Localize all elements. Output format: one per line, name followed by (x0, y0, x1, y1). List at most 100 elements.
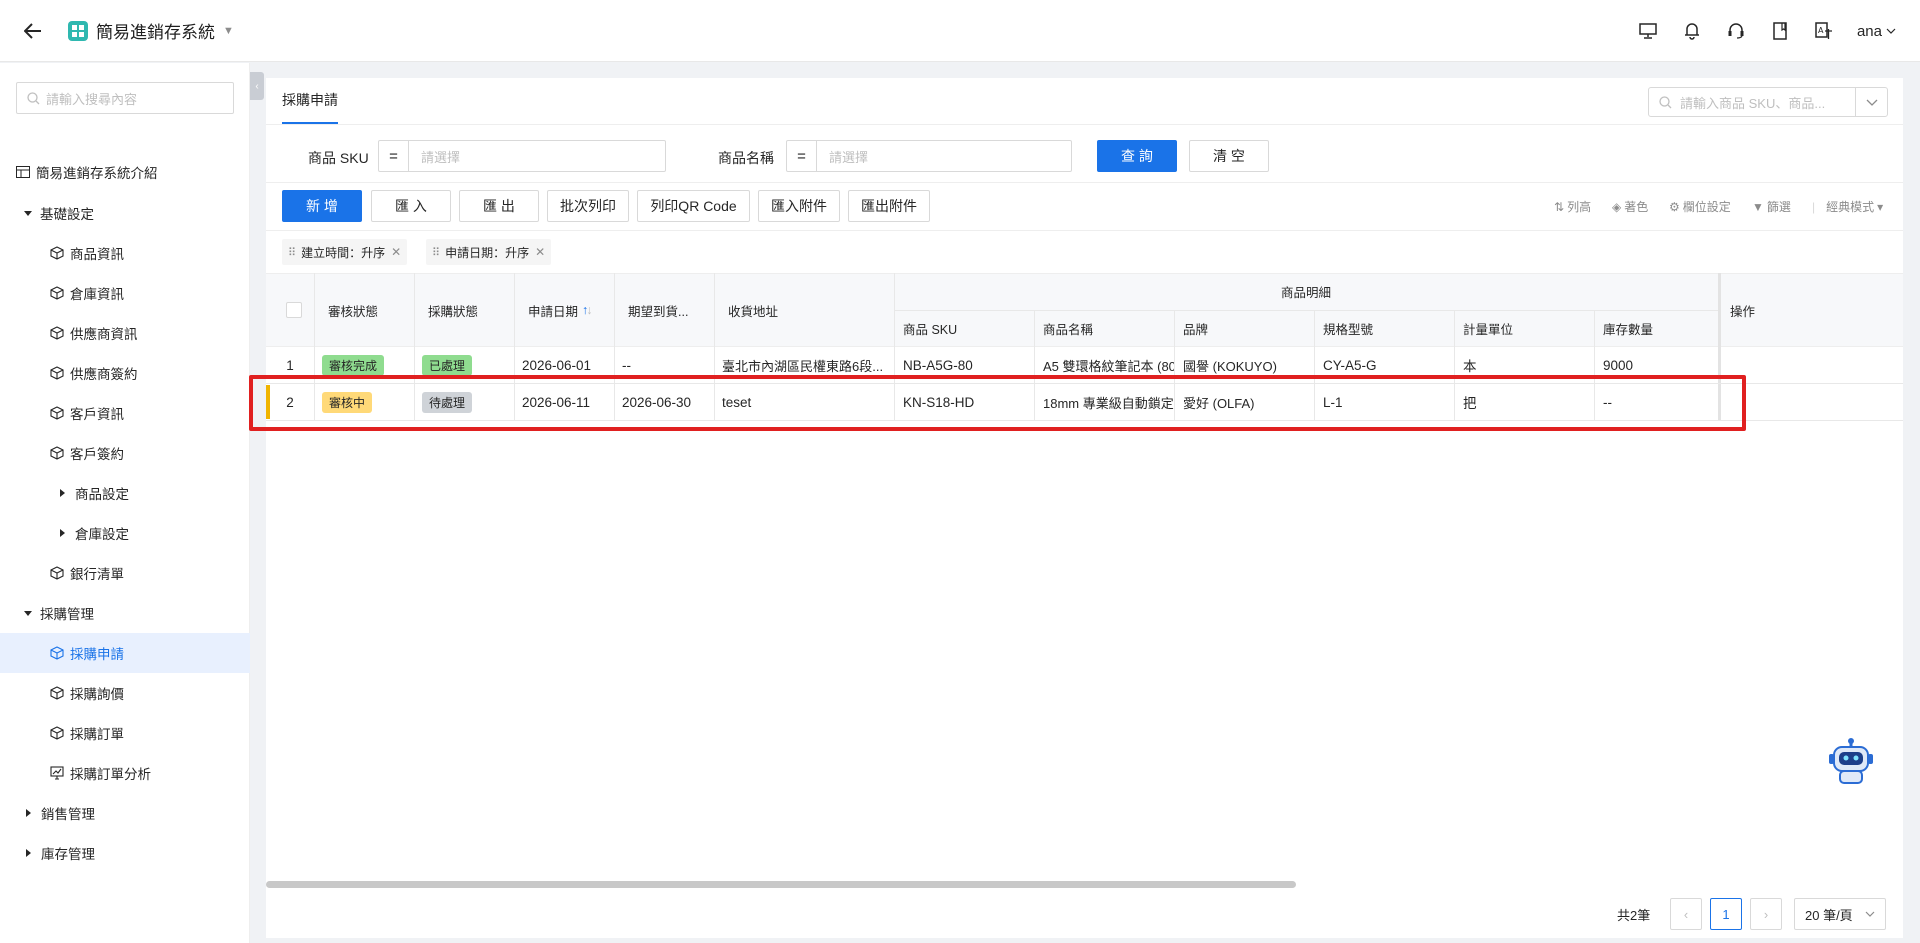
sidebar-item-product-info[interactable]: 商品資訊 (0, 233, 250, 273)
search-dropdown-chevron-icon[interactable] (1855, 88, 1887, 116)
header-unit[interactable]: 計量單位 (1463, 310, 1513, 347)
sidebar-item-purchase-inquiry[interactable]: 採購詢價 (0, 673, 250, 713)
name-cell[interactable]: A5 雙環格紋筆記本 (80 (1043, 347, 1174, 383)
unit-cell[interactable]: 本 (1463, 347, 1477, 383)
page-size-select[interactable]: 20 筆/頁 (1794, 898, 1886, 930)
import-button[interactable]: 匯 入 (371, 190, 451, 222)
page-button[interactable]: 1 (1710, 898, 1742, 930)
export-attachment-button[interactable]: 匯出附件 (848, 190, 930, 222)
prev-page-button[interactable]: ‹ (1670, 898, 1702, 930)
translate-icon[interactable]: A (1813, 20, 1835, 42)
header-brand[interactable]: 品牌 (1183, 310, 1208, 347)
close-icon[interactable]: ✕ (391, 245, 401, 259)
close-icon[interactable]: ✕ (535, 245, 545, 259)
filter-tool[interactable]: ▼ 篩選 (1752, 198, 1791, 215)
sidebar-item-intro[interactable]: 簡易進銷存系統介紹 (0, 152, 250, 192)
main-panel: 採購申請 請輸入商品 SKU、商品... 商品 SKU = 請選擇 商品名稱 =… (266, 78, 1903, 938)
sort-desc-icon[interactable]: ↓ (586, 303, 592, 317)
clear-button[interactable]: 清 空 (1189, 140, 1269, 172)
export-button[interactable]: 匯 出 (459, 190, 539, 222)
scrollbar-thumb[interactable] (266, 881, 1296, 888)
select-all-checkbox[interactable] (286, 302, 302, 318)
add-button[interactable]: 新 增 (282, 190, 362, 222)
sidebar-group-product-settings[interactable]: 商品設定 (0, 473, 250, 513)
row-height-tool[interactable]: ⇅ 列高 (1554, 198, 1591, 215)
sidebar-group-purchase[interactable]: 採購管理 (0, 593, 250, 633)
sidebar-item-purchase-order-analysis[interactable]: 採購訂單分析 (0, 753, 250, 793)
sidebar-item-customer-info[interactable]: 客戶資訊 (0, 393, 250, 433)
header-address[interactable]: 收貨地址 (728, 273, 778, 347)
apply-date-cell[interactable]: 2026-06-11 (522, 384, 590, 420)
header-sku[interactable]: 商品 SKU (903, 310, 957, 347)
back-arrow-icon[interactable] (20, 18, 46, 44)
sidebar-item-customer-contract[interactable]: 客戶簽約 (0, 433, 250, 473)
app-title[interactable]: 簡易進銷存系統 (96, 18, 215, 43)
sort-chip-apply-date[interactable]: ⠿ 申請日期：升序 ✕ (426, 239, 552, 265)
sidebar-item-supplier-contract[interactable]: 供應商簽約 (0, 353, 250, 393)
name-cell[interactable]: 18mm 專業級自動鎖定 (1043, 384, 1174, 420)
app-switch-caret-icon[interactable]: ▼ (223, 25, 234, 37)
color-tool[interactable]: ◈ 著色 (1612, 198, 1648, 215)
expected-date-cell[interactable]: -- (622, 347, 631, 383)
unit-cell[interactable]: 把 (1463, 384, 1477, 420)
product-search-input[interactable]: 請輸入商品 SKU、商品... (1648, 87, 1888, 117)
sku-cell[interactable]: NB-A5G-80 (903, 347, 973, 383)
drag-handle-icon[interactable]: ⠿ (288, 246, 296, 259)
user-menu[interactable]: ana (1857, 23, 1896, 40)
sidebar-item-purchase-order[interactable]: 採購訂單 (0, 713, 250, 753)
import-attachment-button[interactable]: 匯入附件 (758, 190, 840, 222)
sidebar-search-input[interactable]: 請輸入搜尋內容 (16, 82, 234, 114)
caret-right-icon (26, 849, 31, 857)
sidebar-item-supplier-info[interactable]: 供應商資訊 (0, 313, 250, 353)
sidebar-item-label: 銷售管理 (41, 807, 95, 822)
sidebar-item-purchase-request[interactable]: 採購申請 (0, 633, 250, 673)
header-purchase-status[interactable]: 採購狀態 (428, 273, 478, 347)
sku-cell[interactable]: KN-S18-HD (903, 384, 974, 420)
header-expected-date[interactable]: 期望到貨... (628, 273, 688, 347)
address-cell[interactable]: teset (722, 384, 892, 420)
sort-chip-created[interactable]: ⠿ 建立時間：升序 ✕ (282, 239, 408, 265)
sidebar-collapse-toggle[interactable]: ‹ (250, 72, 264, 100)
sidebar-group-sales[interactable]: 銷售管理 (0, 793, 250, 833)
drag-handle-icon[interactable]: ⠿ (432, 246, 440, 259)
next-page-button[interactable]: › (1750, 898, 1782, 930)
sku-filter-operator[interactable]: = (379, 141, 409, 171)
spec-cell[interactable]: CY-A5-G (1323, 347, 1377, 383)
horizontal-scrollbar[interactable] (266, 881, 1903, 889)
address-cell[interactable]: 臺北市內湖區民權東路6段... (722, 347, 892, 383)
print-qr-button[interactable]: 列印QR Code (637, 190, 750, 222)
name-filter-operator[interactable]: = (787, 141, 817, 171)
bell-icon[interactable] (1681, 20, 1703, 42)
sku-filter[interactable]: = 請選擇 (378, 140, 666, 172)
header-spec[interactable]: 規格型號 (1323, 310, 1373, 347)
assistant-robot-icon[interactable] (1826, 735, 1876, 787)
header-stock[interactable]: 庫存數量 (1603, 310, 1653, 347)
expected-date-cell[interactable]: 2026-06-30 (622, 384, 691, 420)
name-filter[interactable]: = 請選擇 (786, 140, 1072, 172)
spec-cell[interactable]: L-1 (1323, 384, 1343, 420)
headset-icon[interactable] (1725, 20, 1747, 42)
stock-cell[interactable]: 9000 (1603, 347, 1633, 383)
sidebar-item-bank-list[interactable]: 銀行清單 (0, 553, 250, 593)
sidebar-group-warehouse-settings[interactable]: 倉庫設定 (0, 513, 250, 553)
apply-date-cell[interactable]: 2026-06-01 (522, 347, 591, 383)
stock-cell[interactable]: -- (1603, 384, 1612, 420)
bookmark-icon[interactable] (1769, 20, 1791, 42)
batch-print-button[interactable]: 批次列印 (547, 190, 629, 222)
monitor-icon[interactable] (1637, 20, 1659, 42)
classic-mode-tool[interactable]: | 經典模式 ▾ (1812, 198, 1883, 215)
header-review-status[interactable]: 審核狀態 (328, 273, 378, 347)
tab-purchase-request[interactable]: 採購申請 (282, 78, 338, 124)
query-button[interactable]: 查 詢 (1097, 140, 1177, 172)
brand-cell[interactable]: 愛好 (OLFA) (1183, 384, 1255, 420)
cube-icon (50, 726, 64, 740)
header-name[interactable]: 商品名稱 (1043, 310, 1093, 347)
row-number: 1 (286, 357, 294, 373)
pagination-total: 共2筆 (1617, 898, 1650, 930)
sidebar-item-warehouse-info[interactable]: 倉庫資訊 (0, 273, 250, 313)
column-settings-tool[interactable]: ⚙ 欄位設定 (1669, 198, 1731, 215)
brand-cell[interactable]: 國譽 (KOKUYO) (1183, 347, 1277, 383)
header-apply-date[interactable]: 申請日期 ↑ ↓ (528, 273, 593, 347)
sidebar-group-inventory[interactable]: 庫存管理 (0, 833, 250, 873)
sidebar-group-basic[interactable]: 基礎設定 (0, 193, 250, 233)
